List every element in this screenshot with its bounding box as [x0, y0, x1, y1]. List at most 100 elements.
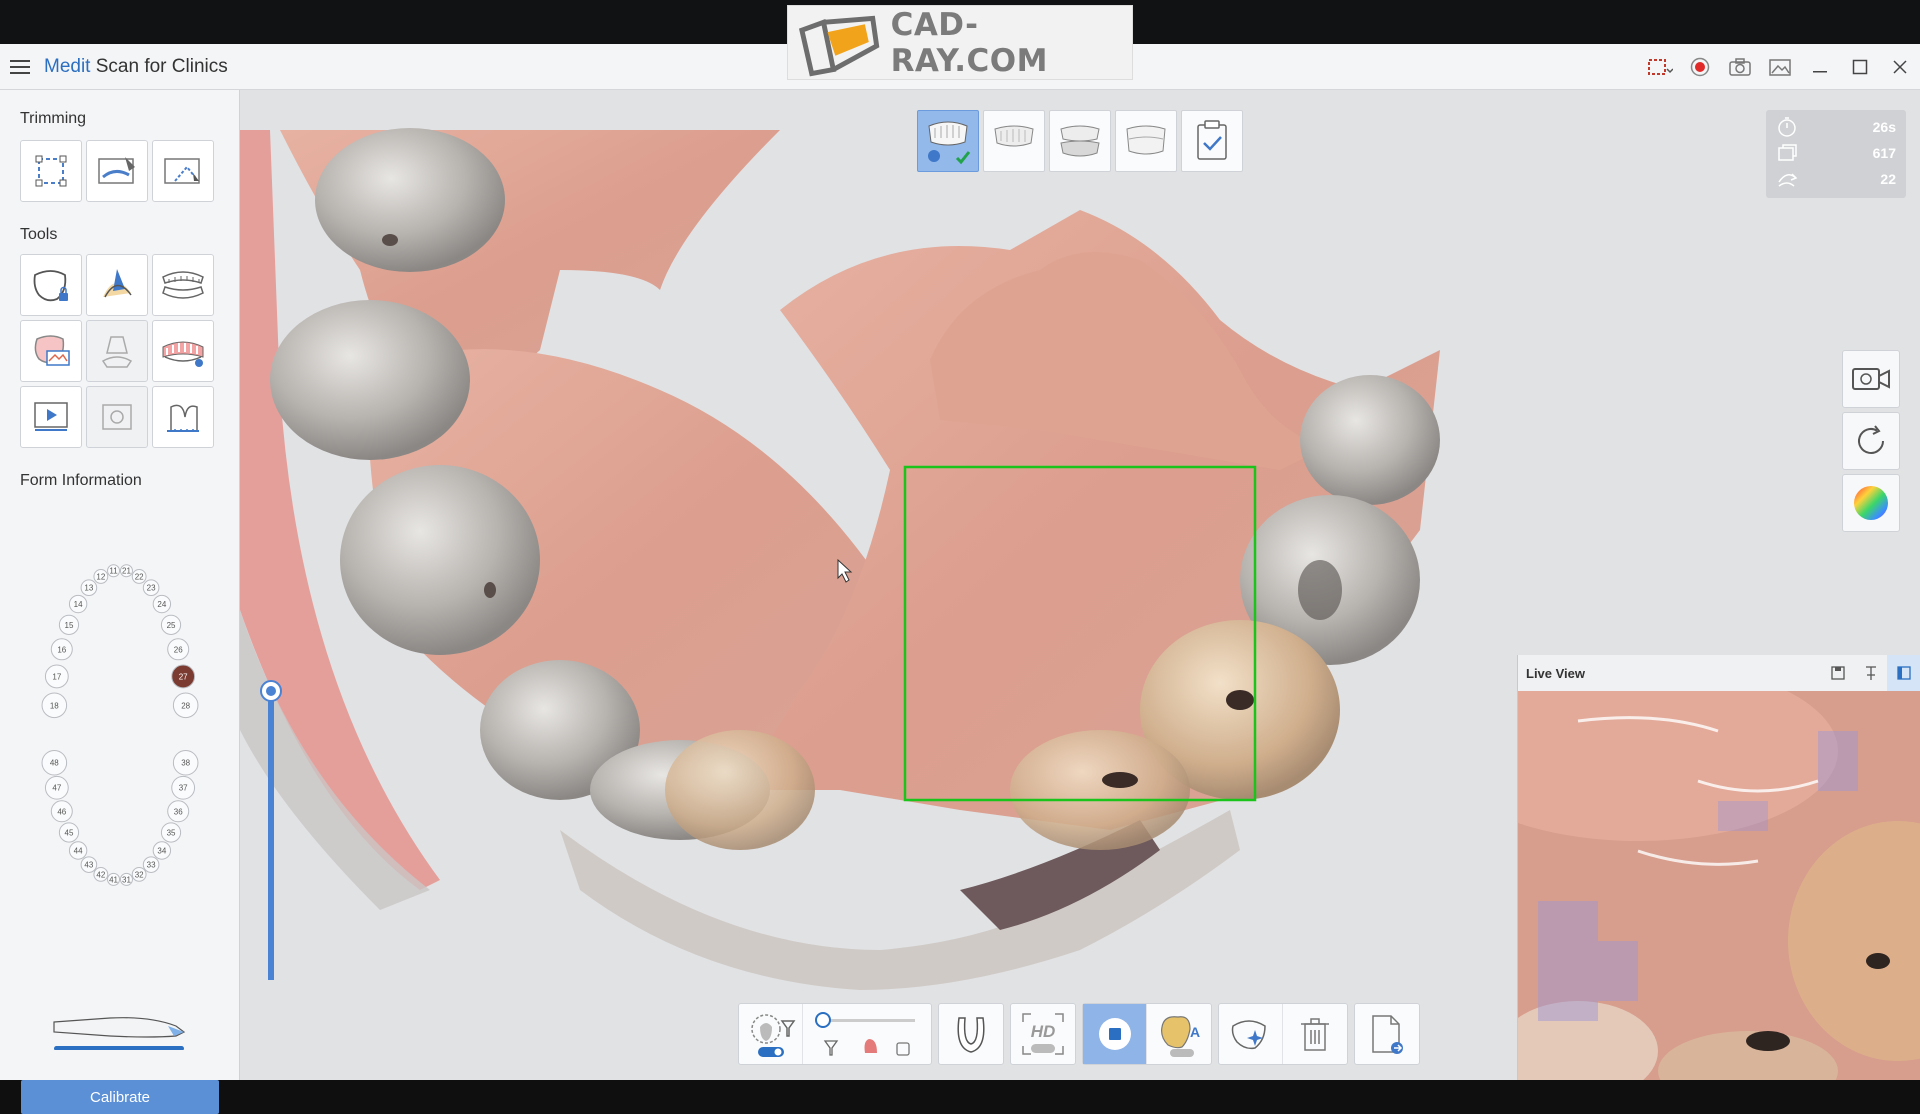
tooth-32[interactable]: 32	[131, 867, 147, 882]
right-side-tools	[1842, 350, 1900, 532]
next-step-button[interactable]	[1355, 1004, 1419, 1064]
playback-tool-button[interactable]	[20, 386, 82, 448]
trim-select-tool-button[interactable]	[20, 140, 82, 202]
stage-lower-jaw[interactable]	[983, 110, 1045, 172]
tooth-37[interactable]: 37	[171, 775, 196, 800]
stat-rotations-value: 22	[1880, 171, 1896, 187]
screen-capture-region-button[interactable]	[1640, 44, 1680, 90]
tooth-label: 18	[50, 701, 59, 710]
tooth-map-chart: 11 121314 15 16 17 18 21 222324 25 26 27 28 31 323334…	[41, 564, 199, 886]
tooth-label: 33	[147, 861, 156, 870]
calibrate-button[interactable]: Calibrate	[21, 1080, 219, 1114]
tooth-46[interactable]: 46	[50, 800, 73, 823]
stat-frames-value: 617	[1872, 145, 1896, 161]
pen-marker-icon	[103, 269, 132, 298]
occlusion-tool-button[interactable]	[152, 254, 214, 316]
snapshot-tool-button[interactable]	[86, 386, 148, 448]
tooth-16[interactable]: 16	[50, 638, 73, 661]
hd-mode-toggle[interactable]: HD	[1011, 1004, 1075, 1064]
abutment-tool-button[interactable]	[86, 320, 148, 382]
tooth-38[interactable]: 38	[172, 749, 199, 776]
live-view-split-button[interactable]	[1887, 655, 1920, 691]
tooth-34[interactable]: 34	[152, 841, 172, 860]
tooth-43[interactable]: 43	[80, 856, 98, 873]
image-gallery-icon	[1769, 59, 1791, 76]
tooth-22[interactable]: 22	[131, 569, 147, 584]
delete-button[interactable]	[1283, 1004, 1347, 1064]
tooth-41[interactable]: 41	[107, 872, 121, 886]
gallery-button[interactable]	[1760, 44, 1800, 90]
minimize-button[interactable]	[1800, 44, 1840, 90]
live-view-pin-button[interactable]	[1854, 655, 1887, 691]
tooth-42[interactable]: 42	[93, 867, 109, 882]
tooth-33[interactable]: 33	[142, 856, 160, 873]
tooth-23[interactable]: 23	[142, 579, 160, 597]
occlusion-icon	[1060, 125, 1100, 157]
timer-icon	[1778, 117, 1796, 137]
tooth-label: 36	[174, 807, 183, 816]
hamburger-menu-button[interactable]	[0, 44, 40, 90]
camera-view-button[interactable]	[1842, 350, 1900, 408]
trim-brush-tool-button[interactable]	[86, 140, 148, 202]
tooth-15[interactable]: 15	[58, 614, 80, 635]
lock-tool-button[interactable]	[20, 254, 82, 316]
stage-upper-jaw[interactable]	[917, 110, 979, 172]
stop-icon	[1098, 1018, 1131, 1050]
tooth-13[interactable]: 13	[80, 579, 98, 597]
tooth-35[interactable]: 35	[160, 822, 182, 843]
tooth-44[interactable]: 44	[68, 841, 88, 860]
stage-bite-alignment[interactable]	[1115, 110, 1177, 172]
close-button[interactable]	[1880, 44, 1920, 90]
tooth-12[interactable]: 12	[93, 569, 109, 584]
marker-tool-button[interactable]	[86, 254, 148, 316]
form-information-title: Form Information	[20, 472, 142, 489]
tooth-21[interactable]: 21	[119, 564, 133, 578]
lasso-trim-icon	[164, 158, 200, 184]
app-title-brand: Medit	[44, 55, 91, 77]
tooth-28[interactable]: 28	[172, 692, 199, 719]
trim-lasso-tool-button[interactable]	[152, 140, 214, 202]
stop-scan-button[interactable]	[1083, 1004, 1147, 1064]
live-view-header: Live View	[1518, 655, 1920, 691]
tooth-27[interactable]: 27	[171, 664, 196, 689]
tooth-26[interactable]: 26	[167, 638, 190, 661]
scan-control-bar: HD A	[738, 1003, 1420, 1065]
tooth-45[interactable]: 45	[58, 822, 80, 843]
ai-filter-toggle[interactable]	[739, 1004, 803, 1064]
tooth-label: 27	[179, 672, 188, 681]
color-mode-button[interactable]	[1842, 474, 1900, 532]
arch-teeth-icon	[162, 341, 204, 367]
tooth-14[interactable]: 14	[68, 594, 88, 614]
camera-icon	[1729, 58, 1751, 76]
tooth-25[interactable]: 25	[160, 614, 182, 635]
tooth-48[interactable]: 48	[41, 749, 68, 776]
tooth-label: 21	[122, 567, 131, 576]
reset-view-button[interactable]	[1842, 412, 1900, 470]
scan-data-tool-button[interactable]	[20, 320, 82, 382]
app-title: Medit Scan for Clinics	[44, 56, 228, 78]
live-view-save-button[interactable]	[1821, 655, 1854, 691]
tooth-24[interactable]: 24	[152, 594, 172, 614]
arch-mode-button[interactable]	[939, 1004, 1003, 1064]
snapshot-icon	[102, 404, 132, 430]
full-arch-tool-button[interactable]	[152, 320, 214, 382]
ruler-tool-button[interactable]	[152, 386, 214, 448]
filter-level-slider[interactable]	[803, 1004, 931, 1064]
stat-frames: 617	[1776, 140, 1896, 166]
tooth-18[interactable]: 18	[41, 692, 68, 719]
tooth-47[interactable]: 47	[44, 775, 69, 800]
tooth-31[interactable]: 31	[119, 872, 133, 886]
maximize-button[interactable]	[1840, 44, 1880, 90]
auto-ai-toggle[interactable]: A	[1147, 1004, 1211, 1064]
tooth-36[interactable]: 36	[167, 800, 190, 823]
stage-complete[interactable]	[1181, 110, 1243, 172]
stage-occlusion[interactable]	[1049, 110, 1111, 172]
filter-group	[738, 1003, 932, 1065]
abutment-icon	[101, 336, 133, 368]
clean-scan-button[interactable]	[1219, 1004, 1283, 1064]
depth-slider[interactable]	[258, 680, 284, 980]
tooth-17[interactable]: 17	[44, 664, 69, 689]
record-button[interactable]	[1680, 44, 1720, 90]
screenshot-button[interactable]	[1720, 44, 1760, 90]
tooth-11[interactable]: 11	[107, 564, 121, 578]
